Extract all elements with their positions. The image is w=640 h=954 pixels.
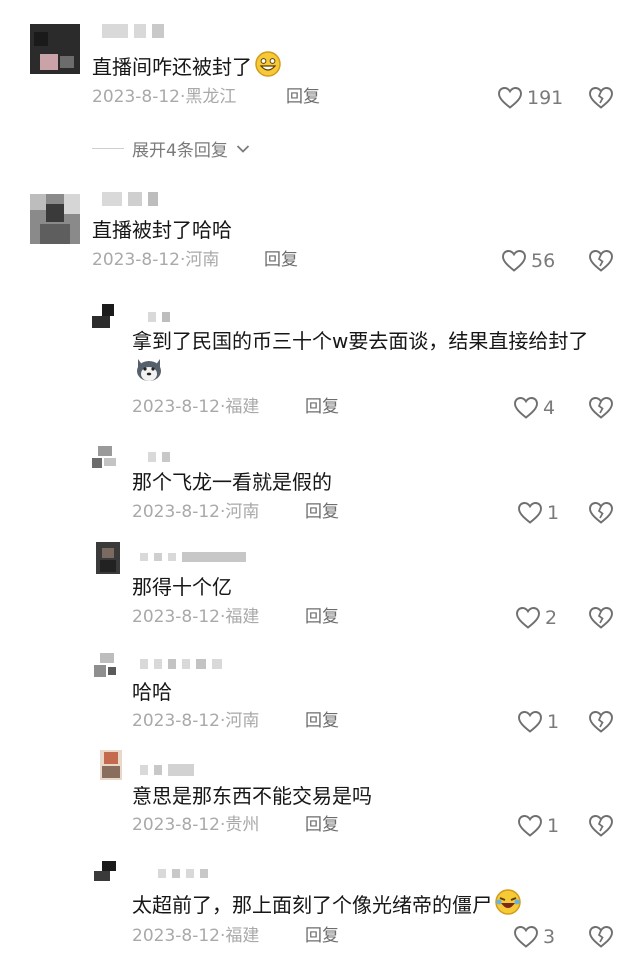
reply-text: 太超前了，那上面刻了个像光绪帝的僵尸 — [132, 888, 522, 919]
avatar[interactable] — [100, 750, 122, 780]
avatar[interactable] — [90, 302, 120, 332]
expand-replies-label: 展开4条回复 — [132, 141, 228, 161]
like-count: 3 — [543, 926, 556, 948]
reply-button[interactable]: 回复 — [305, 396, 339, 418]
dislike-button[interactable] — [588, 86, 614, 114]
reply-item: 哈哈 2023-8-12·河南 回复 1 — [0, 645, 640, 745]
broken-heart-icon — [589, 397, 613, 419]
broken-heart-icon — [589, 815, 613, 837]
reply-button[interactable]: 回复 — [305, 814, 339, 836]
like-count: 191 — [527, 87, 564, 109]
avatar[interactable] — [96, 542, 120, 574]
comment-meta: 2023-8-12·河南 — [92, 250, 220, 270]
dislike-button[interactable] — [588, 501, 614, 529]
reply-meta: 2023-8-12·河南 — [132, 711, 260, 731]
heart-icon — [514, 926, 538, 948]
username-blurred[interactable] — [102, 192, 158, 206]
reply-button[interactable]: 回复 — [305, 606, 339, 628]
reply-text: 哈哈 — [132, 680, 172, 704]
comment-meta: 2023-8-12·黑龙江 — [92, 87, 237, 107]
reply-button[interactable]: 回复 — [286, 86, 320, 108]
like-button[interactable]: 3 — [513, 925, 555, 949]
heart-icon — [516, 607, 540, 629]
avatar[interactable] — [90, 444, 120, 472]
avatar[interactable] — [92, 651, 120, 679]
dislike-button[interactable] — [588, 396, 614, 424]
comment-text: 直播被封了哈哈 — [92, 218, 232, 242]
heart-icon — [518, 815, 542, 837]
reply-button[interactable]: 回复 — [305, 925, 339, 947]
username-blurred[interactable] — [140, 659, 222, 669]
comment-item: 直播被封了哈哈 2023-8-12·河南 回复 56 — [0, 180, 640, 280]
username-blurred[interactable] — [102, 24, 164, 38]
avatar[interactable] — [92, 859, 122, 885]
reply-item: 太超前了，那上面刻了个像光绪帝的僵尸 2023-8-12·福建 回复 3 — [0, 855, 640, 954]
like-button[interactable]: 56 — [501, 249, 555, 273]
reply-meta: 2023-8-12·贵州 — [132, 815, 260, 835]
username-blurred[interactable] — [140, 764, 194, 776]
like-button[interactable]: 2 — [515, 606, 557, 630]
reply-button[interactable]: 回复 — [305, 710, 339, 732]
heart-icon — [518, 711, 542, 733]
avatar[interactable] — [30, 24, 80, 74]
reply-text: 那个飞龙一看就是假的 — [132, 470, 332, 494]
username-blurred[interactable] — [148, 452, 170, 462]
reply-button[interactable]: 回复 — [264, 249, 298, 271]
reply-meta: 2023-8-12·福建 — [132, 926, 260, 946]
reply-meta: 2023-8-12·福建 — [132, 607, 260, 627]
heart-icon — [502, 250, 526, 272]
divider-line — [92, 148, 124, 149]
like-count: 1 — [547, 711, 560, 733]
broken-heart-icon — [589, 926, 613, 948]
username-blurred[interactable] — [158, 869, 208, 878]
username-blurred[interactable] — [148, 312, 170, 322]
reply-button[interactable]: 回复 — [305, 501, 339, 523]
reply-item: 意思是那东西不能交易是吗 2023-8-12·贵州 回复 1 — [0, 750, 640, 850]
reply-meta: 2023-8-12·福建 — [132, 397, 260, 417]
comment-item: 直播间咋还被封了 2023-8-12·黑龙江 回复 191 — [0, 0, 640, 130]
like-button[interactable]: 1 — [517, 501, 559, 525]
heart-icon — [498, 87, 522, 109]
reply-item: 那得十个亿 2023-8-12·福建 回复 2 — [0, 540, 640, 640]
like-button[interactable]: 4 — [513, 396, 555, 420]
avatar[interactable] — [30, 194, 80, 244]
like-button[interactable]: 1 — [517, 710, 559, 734]
reply-text: 意思是那东西不能交易是吗 — [132, 784, 372, 808]
dislike-button[interactable] — [588, 925, 614, 953]
grinning-face-emoji — [255, 51, 281, 77]
reply-meta: 2023-8-12·河南 — [132, 502, 260, 522]
dislike-button[interactable] — [588, 814, 614, 842]
broken-heart-icon — [589, 87, 613, 109]
reply-item: 那个飞龙一看就是假的 2023-8-12·河南 回复 1 — [0, 440, 640, 540]
like-button[interactable]: 1 — [517, 814, 559, 838]
heart-icon — [518, 502, 542, 524]
like-button[interactable]: 191 — [497, 86, 563, 110]
broken-heart-icon — [589, 502, 613, 524]
username-blurred[interactable] — [140, 552, 246, 562]
broken-heart-icon — [589, 250, 613, 272]
dislike-button[interactable] — [588, 710, 614, 738]
like-count: 4 — [543, 397, 556, 419]
comment-text: 直播间咋还被封了 — [92, 50, 282, 81]
dislike-button[interactable] — [588, 249, 614, 277]
like-count: 1 — [547, 815, 560, 837]
reply-item: 拿到了民国的币三十个w要去面谈，结果直接给封了 2023-8-12·福建 回复 … — [0, 296, 640, 426]
like-count: 1 — [547, 502, 560, 524]
like-count: 56 — [531, 250, 556, 272]
reply-text: 那得十个亿 — [132, 575, 232, 599]
reply-text: 拿到了民国的币三十个w要去面谈，结果直接给封了 — [132, 327, 616, 386]
husky-dog-emoji — [137, 359, 161, 381]
broken-heart-icon — [589, 607, 613, 629]
heart-icon — [514, 397, 538, 419]
like-count: 2 — [545, 607, 558, 629]
broken-heart-icon — [589, 711, 613, 733]
dislike-button[interactable] — [588, 606, 614, 634]
chevron-down-icon — [236, 144, 249, 153]
expand-replies-button[interactable]: 展开4条回复 — [92, 136, 250, 161]
rolling-laughing-emoji — [495, 889, 521, 915]
